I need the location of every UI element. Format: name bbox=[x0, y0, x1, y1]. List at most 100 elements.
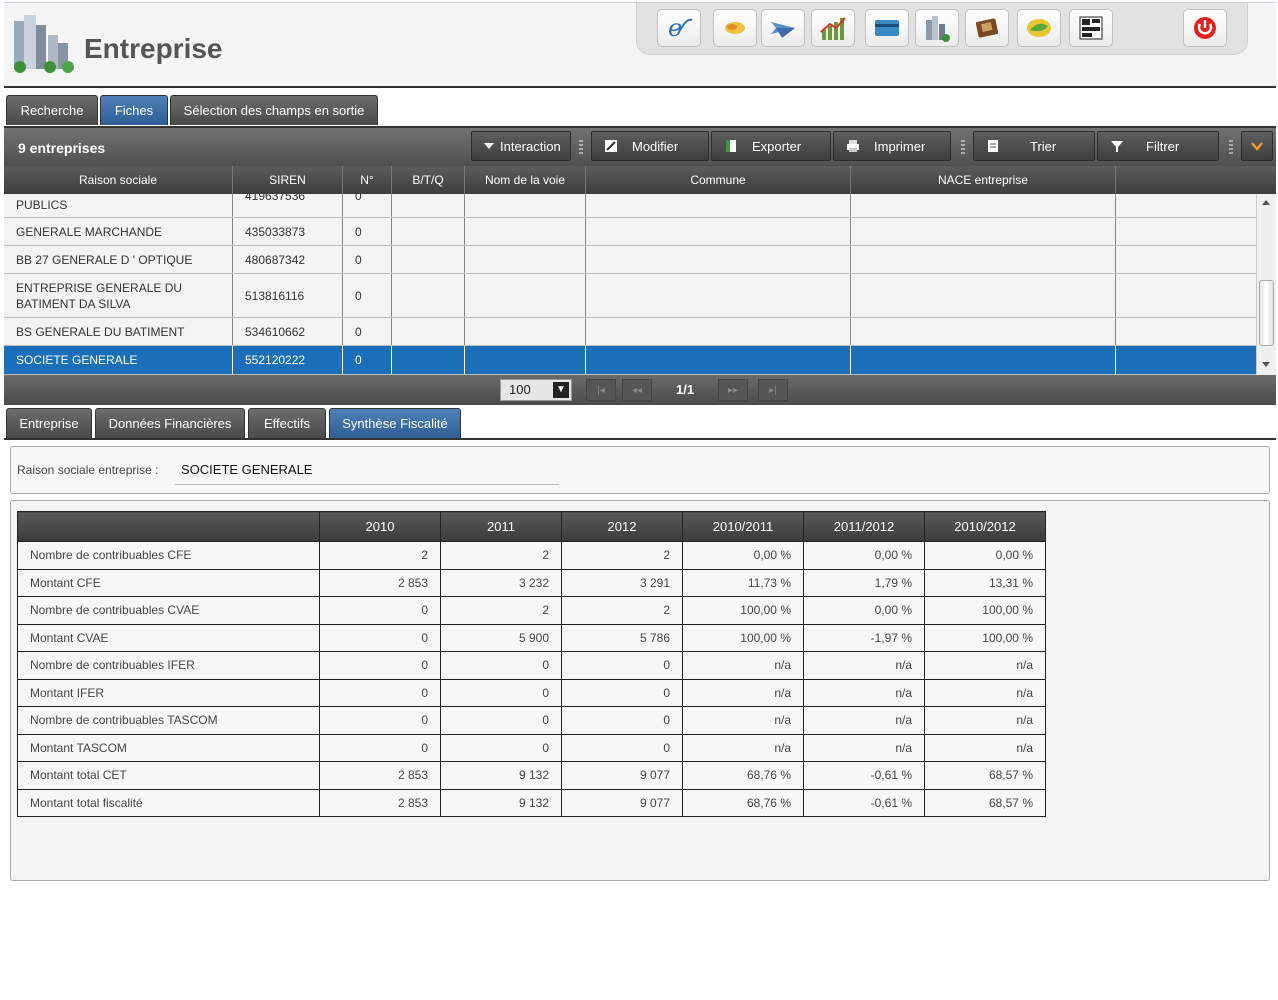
scroll-thumb[interactable] bbox=[1259, 280, 1274, 346]
list-column-headers: Raison sociale SIREN N° B/T/Q Nom de la … bbox=[4, 166, 1276, 194]
detail-tabbar: Entreprise Données Financières Effectifs… bbox=[4, 408, 1276, 440]
table-row: Montant total CET 2 853 9 132 9 077 68,76 % -… bbox=[17, 761, 1046, 790]
map-globe-button[interactable] bbox=[1017, 9, 1061, 47]
next-page-button[interactable]: ▸▸ bbox=[718, 379, 748, 401]
col-btq[interactable]: B/T/Q bbox=[392, 166, 465, 194]
map-globe-icon bbox=[1027, 19, 1051, 37]
row-value: n/a bbox=[682, 733, 804, 762]
row-value: 0 bbox=[561, 706, 683, 735]
list-row-selected[interactable]: SOCIETE GENERALE 552120222 0 bbox=[4, 346, 1256, 375]
table-row: Nombre de contribuables TASCOM 0 0 0 n/a n/a n… bbox=[17, 706, 1046, 735]
row-value: 9 132 bbox=[440, 761, 562, 790]
first-page-button[interactable]: |◂ bbox=[586, 379, 616, 401]
row-value: 68,57 % bbox=[924, 761, 1046, 790]
wallet-button[interactable] bbox=[965, 9, 1009, 47]
paper-plane-button[interactable] bbox=[761, 9, 805, 47]
tab-selection-champs[interactable]: Sélection des champs en sortie bbox=[170, 95, 378, 125]
list-row[interactable]: PUBLICS 419637536 0 bbox=[4, 194, 1256, 218]
imprimer-label: Imprimer bbox=[874, 138, 926, 154]
interaction-button[interactable]: Interaction bbox=[471, 131, 571, 161]
scroll-up-icon[interactable] bbox=[1262, 200, 1270, 205]
cell-nace bbox=[851, 346, 1116, 374]
row-value: n/a bbox=[924, 706, 1046, 735]
last-page-button[interactable]: ▸| bbox=[758, 379, 788, 401]
cell-nace bbox=[851, 318, 1116, 345]
tab-synthese-fiscalite[interactable]: Synthèse Fiscalité bbox=[329, 408, 461, 438]
cell-siren: 435033873 bbox=[233, 218, 343, 245]
e-logo-icon: e bbox=[668, 14, 693, 42]
list-row[interactable]: ENTREPRISE GENERALE DU BATIMENT DA SILVA… bbox=[4, 274, 1256, 318]
triangle-down-icon bbox=[484, 143, 494, 149]
dashboard-grid-icon bbox=[1079, 16, 1103, 40]
tab-entreprise[interactable]: Entreprise bbox=[6, 408, 92, 438]
tab-recherche[interactable]: Recherche bbox=[6, 95, 98, 125]
table-row: Montant IFER 0 0 0 n/a n/a n/a bbox=[17, 678, 1046, 707]
col-commune[interactable]: Commune bbox=[586, 166, 851, 194]
tab-donnees-financieres[interactable]: Données Financières bbox=[95, 408, 245, 438]
list-scrollbar[interactable] bbox=[1256, 194, 1276, 375]
imprimer-button[interactable]: Imprimer bbox=[833, 131, 951, 161]
table-row: Nombre de contribuables IFER 0 0 0 n/a n/a n/a bbox=[17, 651, 1046, 680]
chevron-down-icon bbox=[1251, 142, 1263, 151]
growth-chart-button[interactable] bbox=[811, 9, 855, 47]
prev-page-button[interactable]: ◂◂ bbox=[622, 379, 652, 401]
row-value: 0 bbox=[319, 651, 441, 680]
col-nace[interactable]: NACE entreprise bbox=[851, 166, 1116, 194]
cell-raison: PUBLICS bbox=[4, 194, 233, 217]
row-value: 0 bbox=[319, 706, 441, 735]
tab-effectifs[interactable]: Effectifs bbox=[248, 408, 326, 438]
row-value: 9 077 bbox=[561, 788, 683, 817]
list-row[interactable]: GENERALE MARCHANDE 435033873 0 bbox=[4, 218, 1256, 246]
cell-raison: SOCIETE GENERALE bbox=[4, 346, 233, 374]
exporter-button[interactable]: Exporter bbox=[711, 131, 831, 161]
raison-sociale-field[interactable]: SOCIETE GENERALE bbox=[175, 457, 559, 485]
credit-card-icon bbox=[875, 20, 899, 36]
row-value: 100,00 % bbox=[682, 596, 804, 625]
page-size-value: 100 bbox=[509, 382, 531, 397]
row-value: n/a bbox=[682, 706, 804, 735]
e-logo-button[interactable]: e bbox=[657, 9, 701, 47]
tab-fiches[interactable]: Fiches bbox=[100, 95, 168, 125]
row-value: n/a bbox=[682, 651, 804, 680]
cell-commune bbox=[586, 218, 851, 245]
credit-card-button[interactable] bbox=[865, 9, 909, 47]
col-raison-sociale[interactable]: Raison sociale bbox=[4, 166, 233, 194]
row-value: 0,00 % bbox=[803, 596, 925, 625]
page-size-select[interactable]: 100 ▼ bbox=[500, 379, 572, 401]
cell-raison: BS GENERALE DU BATIMENT bbox=[4, 318, 233, 345]
row-value: -0,61 % bbox=[803, 788, 925, 817]
filtrer-label: Filtrer bbox=[1146, 138, 1180, 154]
app-header: Entreprise e bbox=[4, 2, 1276, 88]
raison-sociale-panel: Raison sociale entreprise : SOCIETE GENE… bbox=[10, 446, 1270, 494]
col-nom-voie[interactable]: Nom de la voie bbox=[465, 166, 586, 194]
list-row[interactable]: BB 27 GENERALE D ' OPTIQUE 480687342 0 bbox=[4, 246, 1256, 274]
list-row[interactable]: BS GENERALE DU BATIMENT 534610662 0 bbox=[4, 318, 1256, 346]
pager-bar: 100 ▼ |◂ ◂◂ 1/1 ▸▸ ▸| bbox=[4, 375, 1276, 405]
filtrer-button[interactable]: Filtrer bbox=[1097, 131, 1219, 161]
buildings-icon bbox=[926, 16, 950, 42]
buildings-button[interactable] bbox=[915, 9, 959, 47]
row-label: Nombre de contribuables CFE bbox=[17, 541, 320, 570]
trier-button[interactable]: Trier bbox=[973, 131, 1095, 161]
col-label bbox=[17, 511, 320, 542]
chevron-down-icon[interactable]: ▼ bbox=[553, 382, 569, 398]
more-options-button[interactable] bbox=[1241, 131, 1273, 161]
cell-siren: 513816116 bbox=[233, 274, 343, 317]
table-row: Montant total fiscalité 2 853 9 132 9 077 68… bbox=[17, 788, 1046, 817]
page-title: Entreprise bbox=[84, 33, 223, 64]
power-button[interactable] bbox=[1183, 9, 1227, 47]
cell-siren: 480687342 bbox=[233, 246, 343, 273]
row-value: 5 786 bbox=[561, 623, 683, 652]
dashboard-grid-button[interactable] bbox=[1069, 9, 1113, 47]
cell-voie bbox=[465, 246, 586, 273]
row-value: 0,00 % bbox=[924, 541, 1046, 570]
col-siren[interactable]: SIREN bbox=[233, 166, 343, 194]
col-numero[interactable]: N° bbox=[343, 166, 392, 194]
sort-icon bbox=[988, 140, 998, 152]
scroll-down-icon[interactable] bbox=[1262, 362, 1270, 367]
cell-siren: 534610662 bbox=[233, 318, 343, 345]
handshake-button[interactable] bbox=[713, 9, 757, 47]
row-label: Montant IFER bbox=[17, 678, 320, 707]
row-label: Montant CVAE bbox=[17, 623, 320, 652]
modifier-button[interactable]: Modifier bbox=[591, 131, 709, 161]
